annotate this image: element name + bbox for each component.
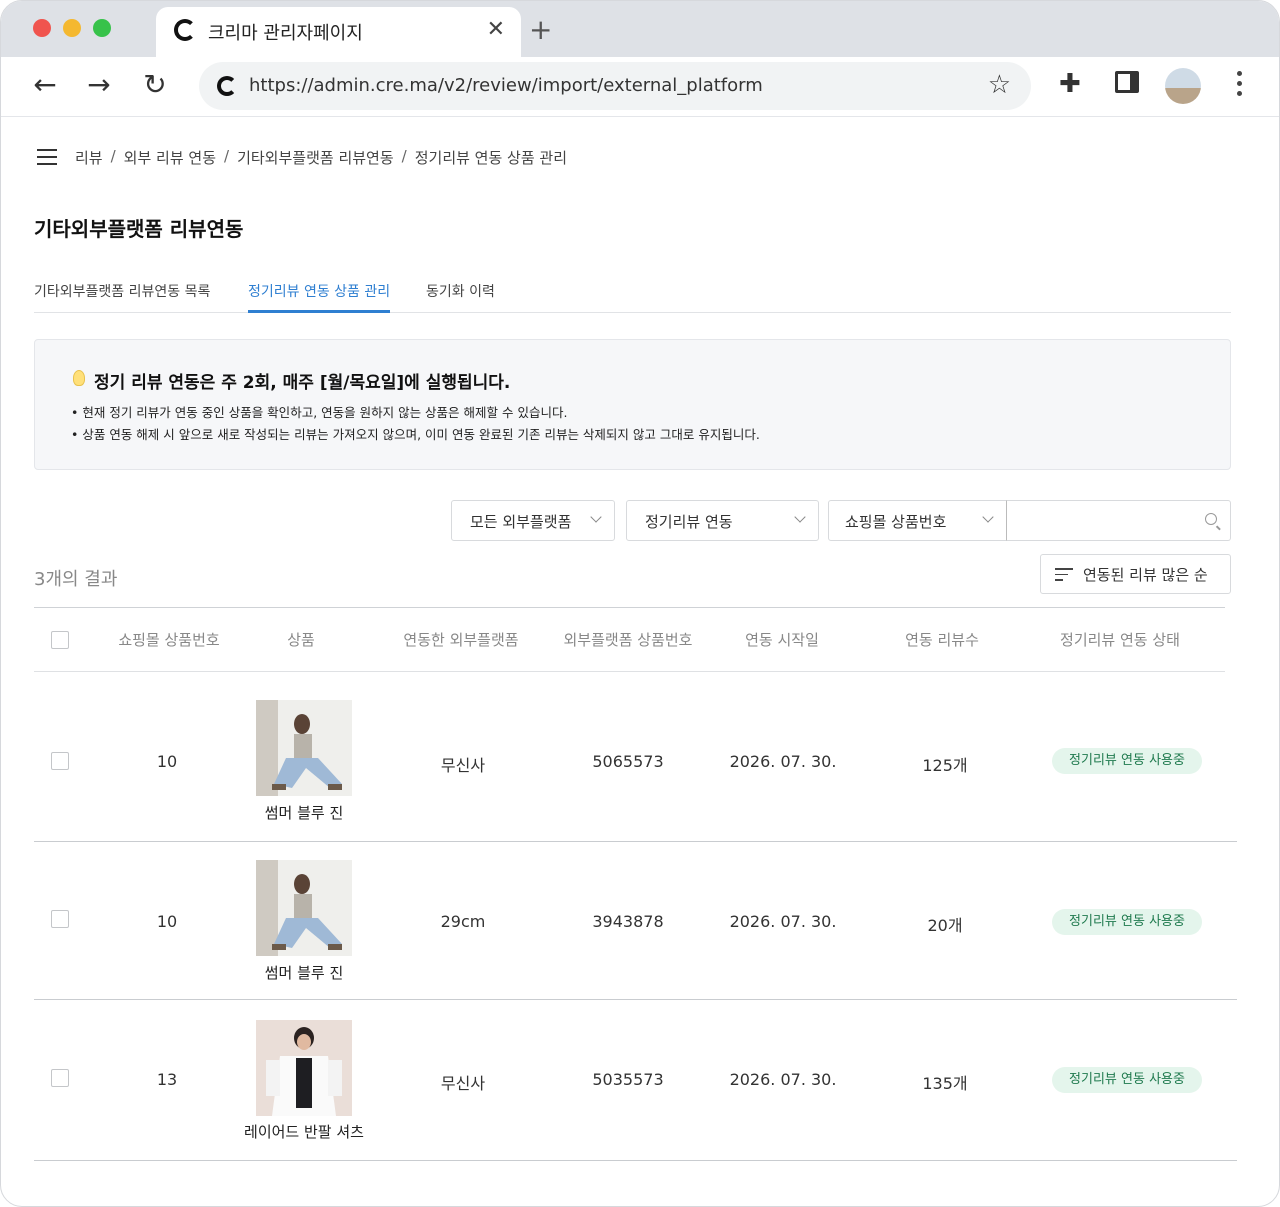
platform-name: 무신사 — [440, 756, 486, 775]
sync-start-date: 2026. 07. 30. — [729, 1070, 837, 1089]
breadcrumb-item: 정기리뷰 연동 상품 관리 — [414, 149, 568, 167]
tab-close-icon[interactable]: ✕ — [487, 17, 505, 42]
sync-start-date: 2026. 07. 30. — [729, 912, 837, 931]
platform-name: 무신사 — [440, 1074, 486, 1093]
page-tabs: 기타외부플랫폼 리뷰연동 목록 정기리뷰 연동 상품 관리 동기화 이력 — [34, 281, 1231, 313]
breadcrumb: 리뷰 / 외부 리뷰 연동 / 기타외부플랫폼 리뷰연동 / 정기리뷰 연동 상… — [75, 147, 568, 168]
forward-icon[interactable]: → — [83, 69, 115, 101]
search-icon[interactable] — [1205, 513, 1217, 525]
notice-line: • 상품 연동 해제 시 앞으로 새로 작성되는 리뷰는 가져오지 않으며, 이… — [71, 427, 760, 442]
sync-type-select[interactable]: 정기리뷰 연동 — [626, 500, 819, 541]
column-header: 연동 리뷰수 — [905, 631, 979, 649]
sort-icon — [1055, 568, 1073, 585]
page-content: 리뷰 / 외부 리뷰 연동 / 기타외부플랫폼 리뷰연동 / 정기리뷰 연동 상… — [1, 117, 1279, 1206]
product-number: 10 — [156, 912, 178, 931]
bulb-icon — [73, 370, 85, 386]
notice-line: • 현재 정기 리뷰가 연동 중인 상품을 확인하고, 연동을 원하지 않는 상… — [71, 405, 568, 420]
column-header: 쇼핑몰 상품번호 — [118, 631, 220, 649]
browser-window: 크리마 관리자페이지 ✕ + ← → ↻ https://admin.cre.m… — [0, 0, 1280, 1207]
column-header: 외부플랫폼 상품번호 — [563, 631, 693, 649]
browser-toolbar: ← → ↻ https://admin.cre.ma/v2/review/imp… — [1, 57, 1279, 117]
row-checkbox[interactable] — [51, 910, 69, 928]
search-input[interactable] — [1006, 500, 1231, 541]
url-text[interactable]: https://admin.cre.ma/v2/review/import/ex… — [249, 75, 763, 96]
chevron-down-icon — [982, 511, 994, 523]
menu-icon[interactable] — [37, 149, 57, 170]
column-header: 정기리뷰 연동 상태 — [1060, 631, 1180, 649]
status-badge: 정기리뷰 연동 사용중 — [1052, 909, 1202, 935]
menu-kebab-icon[interactable] — [1233, 71, 1245, 101]
row-checkbox[interactable] — [51, 752, 69, 770]
platform-select[interactable]: 모든 외부플랫폼 — [451, 500, 615, 541]
breadcrumb-item[interactable]: 외부 리뷰 연동 — [124, 147, 216, 168]
review-count: 125개 — [922, 756, 968, 775]
select-all-checkbox[interactable] — [51, 631, 69, 649]
profile-avatar[interactable] — [1165, 68, 1201, 104]
address-bar[interactable]: https://admin.cre.ma/v2/review/import/ex… — [199, 62, 1031, 110]
product-name[interactable]: 레이어드 반팔 셔츠 — [244, 1121, 364, 1142]
tab-sync-list[interactable]: 기타외부플랫폼 리뷰연동 목록 — [34, 281, 210, 313]
product-image[interactable] — [256, 700, 352, 796]
column-header: 상품 — [287, 631, 315, 649]
platform-name: 29cm — [440, 912, 486, 931]
product-image[interactable] — [256, 860, 352, 956]
new-tab-icon[interactable]: + — [529, 13, 552, 46]
close-window-button[interactable] — [33, 19, 51, 37]
external-product-number: 5035573 — [592, 1070, 664, 1089]
reload-icon[interactable]: ↻ — [139, 69, 171, 101]
product-number: 13 — [156, 1070, 178, 1089]
page-title: 기타외부플랫폼 리뷰연동 — [34, 217, 244, 241]
minimize-window-button[interactable] — [63, 19, 81, 37]
tab-title: 크리마 관리자페이지 — [208, 23, 363, 44]
table-row: 10 썸머 블루 진 29cm 3943878 2026. 07. 30. 20… — [34, 842, 1237, 1000]
product-number: 10 — [156, 752, 178, 771]
breadcrumb-item[interactable]: 기타외부플랫폼 리뷰연동 — [237, 147, 394, 168]
product-name[interactable]: 썸머 블루 진 — [265, 962, 344, 983]
sort-button[interactable]: 연동된 리뷰 많은 순 — [1040, 554, 1231, 594]
row-checkbox[interactable] — [51, 1069, 69, 1087]
tab-regular-sync-products[interactable]: 정기리뷰 연동 상품 관리 — [248, 281, 391, 313]
sidepanel-icon[interactable] — [1115, 71, 1139, 93]
search-field-select[interactable]: 쇼핑몰 상품번호 — [828, 500, 1007, 541]
browser-tab[interactable]: 크리마 관리자페이지 ✕ — [156, 7, 521, 57]
table-header: 쇼핑몰 상품번호 상품 연동한 외부플랫폼 외부플랫폼 상품번호 연동 시작일 … — [34, 607, 1225, 672]
chevron-down-icon — [794, 511, 806, 523]
column-header: 연동한 외부플랫폼 — [403, 631, 519, 649]
review-count: 20개 — [927, 916, 963, 935]
notice-title: 정기 리뷰 연동은 주 2회, 매주 [월/목요일]에 실행됩니다. — [94, 373, 511, 393]
table-row: 10 썸머 블루 진 무신사 5065573 2026. 07. 30. 125… — [34, 672, 1237, 842]
star-icon[interactable]: ☆ — [988, 70, 1011, 100]
product-image[interactable] — [256, 1020, 352, 1116]
chevron-down-icon — [590, 511, 602, 523]
status-badge: 정기리뷰 연동 사용중 — [1052, 748, 1202, 774]
column-header: 연동 시작일 — [745, 631, 819, 649]
review-count: 135개 — [922, 1074, 968, 1093]
crema-favicon-icon — [174, 19, 196, 41]
external-product-number: 3943878 — [592, 912, 664, 931]
maximize-window-button[interactable] — [93, 19, 111, 37]
external-product-number: 5065573 — [592, 752, 664, 771]
tab-strip: 크리마 관리자페이지 ✕ + — [1, 1, 1279, 57]
breadcrumb-item[interactable]: 리뷰 — [75, 147, 103, 168]
extensions-icon[interactable]: ✚ — [1059, 69, 1081, 99]
table-row: 13 레이어드 반팔 셔츠 무신사 5035573 2026. 07. 30. … — [34, 1000, 1237, 1161]
site-favicon-icon — [217, 76, 237, 96]
product-name[interactable]: 썸머 블루 진 — [265, 802, 344, 823]
back-icon[interactable]: ← — [29, 69, 61, 101]
notice-box: 정기 리뷰 연동은 주 2회, 매주 [월/목요일]에 실행됩니다. • 현재 … — [34, 339, 1231, 470]
result-count: 3개의 결과 — [34, 569, 118, 590]
tab-sync-history[interactable]: 동기화 이력 — [426, 281, 495, 313]
status-badge: 정기리뷰 연동 사용중 — [1052, 1067, 1202, 1093]
sync-start-date: 2026. 07. 30. — [729, 752, 837, 771]
